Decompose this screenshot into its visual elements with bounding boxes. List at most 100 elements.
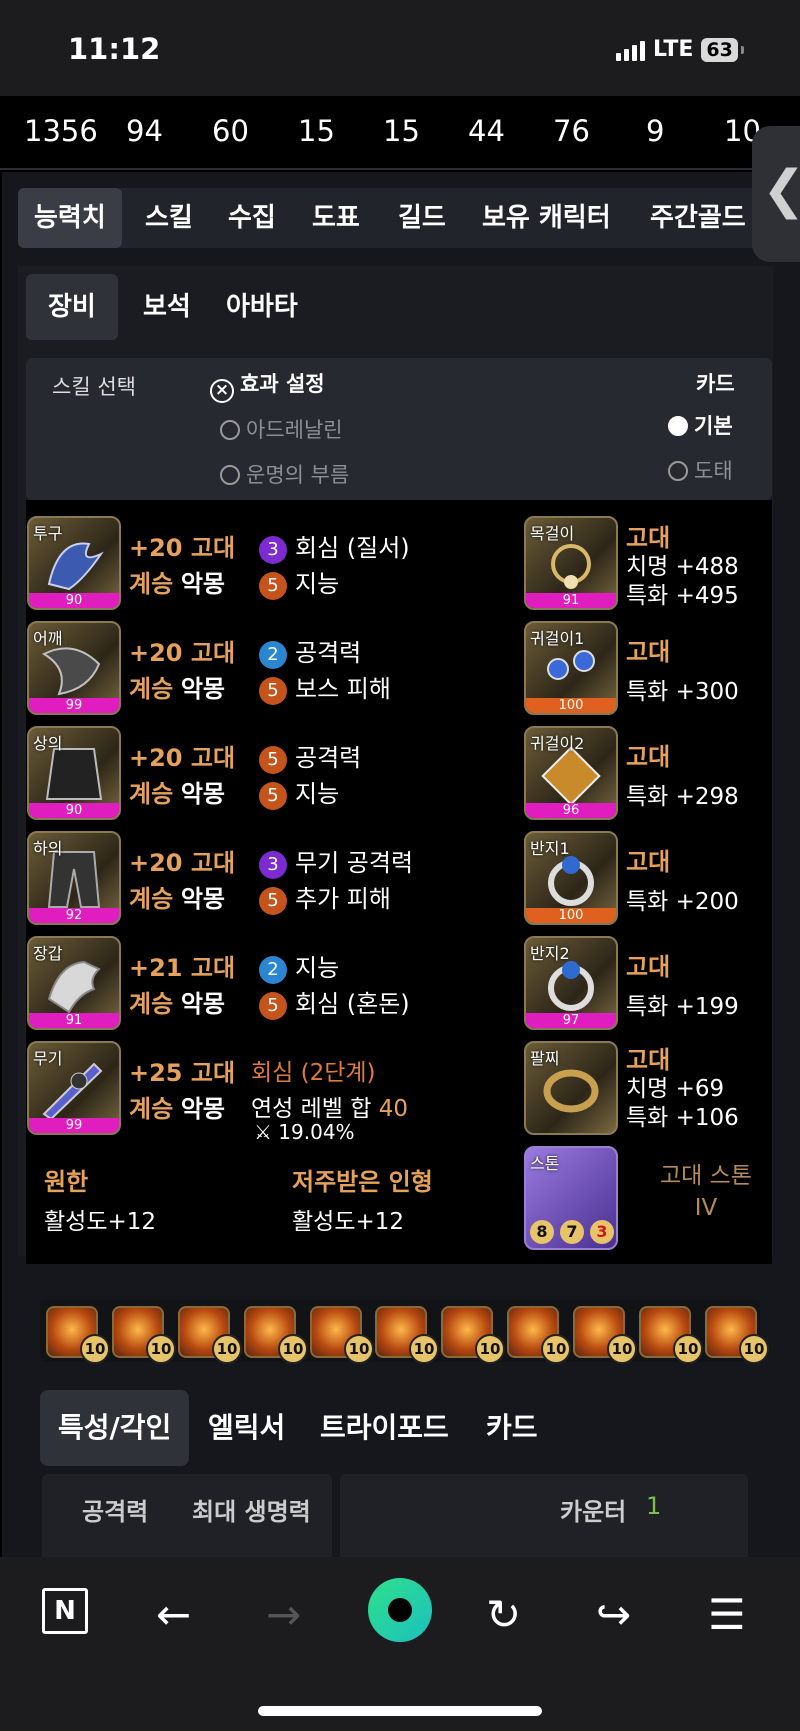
gem-level: 10 — [212, 1334, 242, 1364]
upgrade-text: +20 고대 — [129, 639, 236, 667]
tab-skill[interactable]: 스킬 — [145, 188, 193, 248]
card-basic-radio[interactable]: 기본 — [668, 410, 733, 440]
gem-slot[interactable]: 10 — [705, 1306, 769, 1364]
gem-slot[interactable]: 10 — [441, 1306, 505, 1364]
stat-value: 15 — [383, 114, 420, 148]
tab-guild[interactable]: 길드 — [398, 188, 446, 248]
accessory-slot-earring2[interactable]: 귀걸이2 96 — [524, 726, 618, 820]
effect-title: 원한 — [44, 1168, 89, 1196]
main-tab-bar — [18, 188, 758, 248]
tab-collection[interactable]: 수집 — [228, 188, 276, 248]
gem-slot[interactable]: 10 — [375, 1306, 439, 1364]
card-thief-radio[interactable]: 도태 — [668, 455, 733, 485]
quality-bar: 99 — [29, 1118, 119, 1133]
equip-slot-pants[interactable]: 하의 92 — [27, 831, 121, 925]
slot-label: 반지2 — [530, 944, 570, 963]
effect-name: 무기 공격력 — [295, 849, 414, 877]
accessory-slot-necklace[interactable]: 목걸이 91 — [524, 516, 618, 610]
effect-name: 회심 (혼돈) — [295, 990, 410, 1018]
tab-avatar[interactable]: 아바타 — [226, 274, 298, 340]
stone-count: 7 — [560, 1220, 584, 1244]
gem-level: 10 — [278, 1334, 308, 1364]
equip-slot-helmet[interactable]: 투구 90 — [27, 516, 121, 610]
accessory-slot-ring1[interactable]: 반지1 100 — [524, 831, 618, 925]
forward-arrow-icon[interactable]: → — [266, 1590, 301, 1639]
equip-slot-weapon[interactable]: 무기 99 — [27, 1041, 121, 1135]
skill-select-label[interactable]: 스킬 선택 — [52, 371, 136, 401]
green-dot-icon[interactable] — [368, 1578, 432, 1642]
stat-line: 특화 +300 — [626, 679, 739, 705]
effect-line: 5 추가 피해 — [259, 879, 391, 915]
stat-value: 60 — [212, 114, 249, 148]
quality-bar: 97 — [526, 1013, 616, 1028]
ability-stone-slot[interactable]: 스톤 8 7 3 — [524, 1146, 618, 1250]
accessory-slot-earring1[interactable]: 귀걸이1 100 — [524, 621, 618, 715]
tab-traits[interactable]: 특성/각인 — [40, 1390, 190, 1466]
accessory-slot-ring2[interactable]: 반지2 97 — [524, 936, 618, 1030]
sword-icon: ⚔ — [254, 1120, 272, 1144]
radio-icon — [220, 465, 240, 485]
destiny-radio[interactable]: 운명의 부름 — [220, 459, 349, 489]
accessory-slot-bracelet[interactable]: 팔찌 — [524, 1041, 618, 1135]
tab-elixir[interactable]: 엘릭서 — [208, 1390, 285, 1466]
effect-line: 5 지능 — [259, 564, 339, 600]
refresh-icon[interactable]: ↻ — [486, 1590, 521, 1639]
tab-characters[interactable]: 보유 캐릭터 — [482, 188, 611, 248]
back-arrow-icon[interactable]: ← — [156, 1590, 191, 1639]
gem-slot[interactable]: 10 — [178, 1306, 242, 1364]
slot-label: 귀걸이1 — [530, 629, 585, 648]
attack-label: 공격력 — [82, 1498, 149, 1526]
counter-label: 카운터 — [560, 1498, 627, 1526]
gem-slot[interactable]: 10 — [310, 1306, 374, 1364]
effect-line: 5 공격력 — [259, 738, 361, 774]
naver-home-icon[interactable]: N — [42, 1588, 88, 1634]
effect-setting-checkbox[interactable]: × 효과 설정 — [210, 368, 325, 403]
tab-tripod[interactable]: 트라이포드 — [320, 1390, 449, 1466]
slot-label: 귀걸이2 — [530, 734, 585, 753]
equip-slot-gloves[interactable]: 장갑 91 — [27, 936, 121, 1030]
side-drawer-handle[interactable]: ❮ — [752, 126, 800, 262]
gem-slot[interactable]: 10 — [112, 1306, 176, 1364]
set-text: 계승 악몽 — [129, 570, 225, 598]
grade-text: 고대 — [626, 743, 671, 771]
effect-name: 추가 피해 — [295, 885, 391, 913]
effect-name: 공격력 — [295, 639, 362, 667]
tab-card[interactable]: 카드 — [486, 1390, 538, 1466]
slot-label: 반지1 — [530, 839, 570, 858]
gem-slot[interactable]: 10 — [244, 1306, 308, 1364]
gem-slot[interactable]: 10 — [46, 1306, 110, 1364]
gem-slot[interactable]: 10 — [507, 1306, 571, 1364]
effect-line: 5 지능 — [259, 774, 339, 810]
chevron-left-icon: ❮ — [762, 160, 800, 220]
effect-title: 저주받은 인형 — [292, 1168, 433, 1196]
hp-label: 최대 생명력 — [192, 1498, 311, 1526]
set-text: 계승 악몽 — [129, 990, 225, 1018]
tab-equipment[interactable]: 장비 — [26, 274, 118, 340]
stat-line: 특화 +106 — [626, 1105, 739, 1131]
effect-name: 지능 — [295, 780, 340, 808]
quality-bar: 90 — [29, 803, 119, 818]
slot-label: 어깨 — [33, 629, 63, 648]
gem-slot[interactable]: 10 — [573, 1306, 637, 1364]
stat-line: 특화 +495 — [626, 583, 739, 609]
menu-icon[interactable]: ☰ — [708, 1590, 746, 1639]
slot-label: 스톤 — [530, 1154, 560, 1173]
upgrade-text: +20 고대 — [129, 849, 236, 877]
share-icon[interactable]: ↪ — [596, 1590, 631, 1639]
adrenaline-radio[interactable]: 아드레날린 — [220, 414, 343, 444]
gem-level: 10 — [80, 1334, 110, 1364]
tab-stats[interactable]: 능력치 — [18, 188, 122, 248]
gem-slot[interactable]: 10 — [639, 1306, 703, 1364]
equip-slot-chest[interactable]: 상의 90 — [27, 726, 121, 820]
tab-weekly-gold[interactable]: 주간골드 — [650, 188, 750, 248]
effect-level-badge: 5 — [259, 887, 287, 915]
quality-bar: 92 — [29, 908, 119, 923]
basic-label: 기본 — [694, 414, 733, 438]
effect-line: 3 회심 (질서) — [259, 528, 410, 564]
tab-gems[interactable]: 보석 — [143, 274, 191, 340]
slot-label: 투구 — [33, 524, 63, 543]
equip-slot-shoulder[interactable]: 어깨 99 — [27, 621, 121, 715]
signal-icon — [616, 39, 645, 61]
effect-level-badge: 5 — [259, 746, 287, 774]
tab-chart[interactable]: 도표 — [312, 188, 360, 248]
